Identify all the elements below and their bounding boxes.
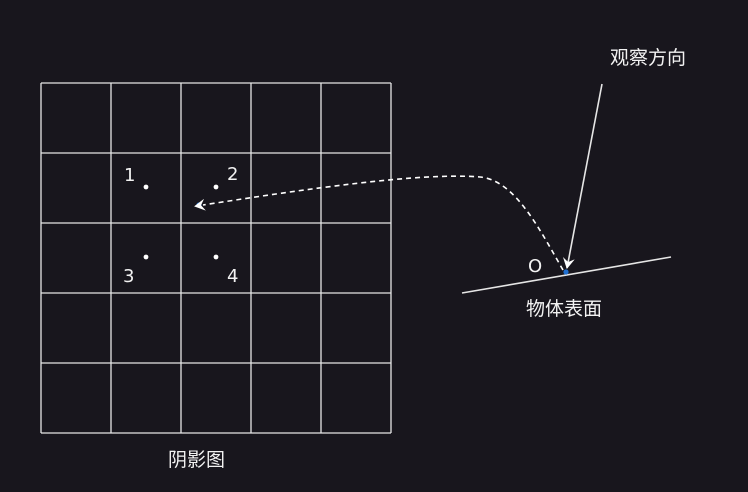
shadow-map-caption: 阴影图 — [168, 449, 225, 471]
view-direction-arrow — [562, 83, 603, 269]
surface-point-o — [563, 269, 569, 275]
sample-point-3 — [143, 254, 149, 260]
sample-label-2: 2 — [227, 164, 238, 185]
sample-point-4 — [213, 254, 219, 260]
view-direction-label: 观察方向 — [610, 47, 686, 69]
surface-line — [461, 256, 672, 294]
surface-caption: 物体表面 — [526, 298, 602, 320]
surface-point-label: O — [528, 256, 542, 277]
shadow-map-diagram: 1 2 3 4 O 观察方向 物体表面 阴影图 — [40, 47, 686, 471]
projected-point — [196, 202, 202, 208]
sample-point-1 — [143, 184, 149, 190]
sample-point-2 — [213, 184, 219, 190]
sample-label-4: 4 — [227, 266, 238, 287]
sample-label-3: 3 — [123, 266, 134, 287]
sample-label-1: 1 — [124, 165, 135, 186]
